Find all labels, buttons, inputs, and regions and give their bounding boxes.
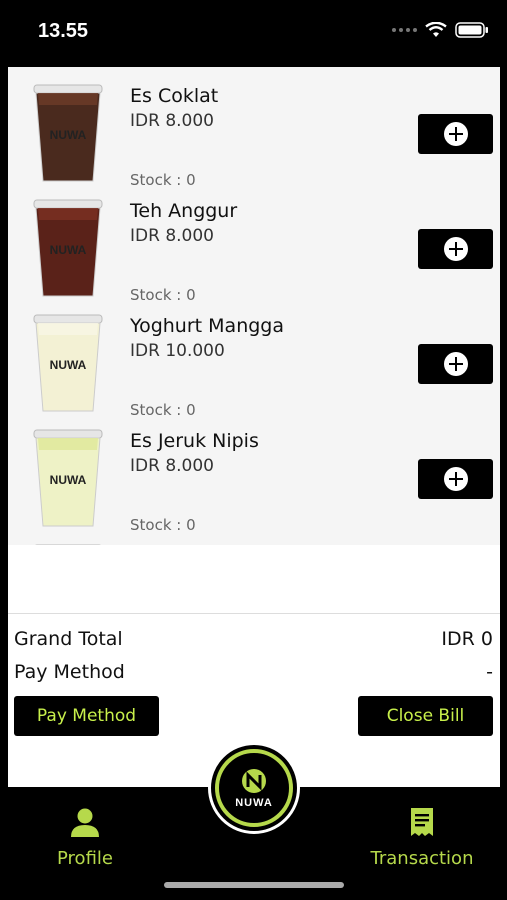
add-to-bill-button[interactable] bbox=[418, 229, 493, 269]
nuwa-logo bbox=[242, 768, 266, 793]
plus-icon bbox=[443, 352, 468, 376]
product-price: IDR 8.000 bbox=[130, 456, 214, 476]
pay-method-row: Pay Method - bbox=[14, 661, 493, 683]
transaction-icon bbox=[411, 808, 433, 836]
grand-total-value: IDR 0 bbox=[441, 628, 493, 650]
nav-profile[interactable]: Profile bbox=[52, 807, 118, 869]
signal-icon bbox=[392, 28, 417, 32]
battery-icon bbox=[455, 22, 488, 38]
nuwa-logo-ring: NUWA bbox=[215, 749, 293, 827]
status-icons bbox=[392, 22, 489, 38]
product-item-partial bbox=[8, 527, 500, 545]
add-to-bill-button[interactable] bbox=[418, 459, 493, 499]
nav-transaction-label: Transaction bbox=[370, 848, 474, 869]
pay-method-button[interactable]: Pay Method bbox=[14, 696, 159, 736]
product-name: Teh Anggur bbox=[130, 200, 238, 222]
grand-total-label: Grand Total bbox=[14, 628, 123, 650]
wifi-icon bbox=[425, 22, 447, 37]
product-name: Es Jeruk Nipis bbox=[130, 430, 259, 452]
product-price: IDR 8.000 bbox=[130, 111, 214, 131]
cup-label: NUWA bbox=[50, 473, 87, 487]
nav-transaction[interactable]: Transaction bbox=[370, 807, 474, 869]
add-to-bill-button[interactable] bbox=[418, 344, 493, 384]
plus-icon bbox=[443, 237, 468, 261]
cup-label: NUWA bbox=[50, 128, 87, 142]
pay-method-label: Pay Method bbox=[14, 661, 125, 683]
add-to-bill-button[interactable] bbox=[418, 114, 493, 154]
drink-cup-image bbox=[35, 544, 101, 545]
drink-cup-image: NUWA bbox=[33, 84, 103, 182]
plus-icon bbox=[443, 122, 468, 146]
drink-cup-image: NUWA bbox=[33, 429, 103, 527]
cup-label: NUWA bbox=[50, 243, 87, 257]
product-price: IDR 10.000 bbox=[130, 341, 225, 361]
status-time: 13.55 bbox=[38, 20, 89, 42]
close-bill-button[interactable]: Close Bill bbox=[358, 696, 493, 736]
profile-icon bbox=[71, 808, 99, 837]
product-item: NUWA Teh Anggur IDR 8.000 Stock : 0 bbox=[8, 182, 500, 304]
nav-profile-label: Profile bbox=[57, 848, 113, 869]
product-item: NUWA Es Jeruk Nipis IDR 8.000 Stock : 0 bbox=[8, 412, 500, 534]
home-indicator bbox=[164, 882, 344, 888]
nuwa-brand-text: NUWA bbox=[235, 796, 273, 809]
grand-total-row: Grand Total IDR 0 bbox=[14, 628, 493, 650]
nuwa-home-button[interactable]: NUWA bbox=[208, 742, 300, 834]
product-item: NUWA Es Coklat IDR 8.000 Stock : 0 bbox=[8, 67, 500, 189]
product-name: Es Coklat bbox=[130, 85, 219, 107]
drink-cup-image: NUWA bbox=[33, 314, 103, 412]
summary-divider bbox=[8, 613, 500, 614]
cup-label: NUWA bbox=[50, 358, 87, 372]
drink-cup-image: NUWA bbox=[33, 199, 103, 297]
status-bar: 13.55 bbox=[0, 0, 507, 64]
plus-icon bbox=[443, 467, 468, 491]
product-item: NUWA Yoghurt Mangga IDR 10.000 Stock : 0 bbox=[8, 297, 500, 419]
product-list[interactable]: NUWA Es Coklat IDR 8.000 Stock : 0 NUWA Teh A… bbox=[8, 67, 500, 545]
pay-method-value: - bbox=[486, 661, 493, 683]
product-price: IDR 8.000 bbox=[130, 226, 214, 246]
product-name: Yoghurt Mangga bbox=[130, 315, 284, 337]
